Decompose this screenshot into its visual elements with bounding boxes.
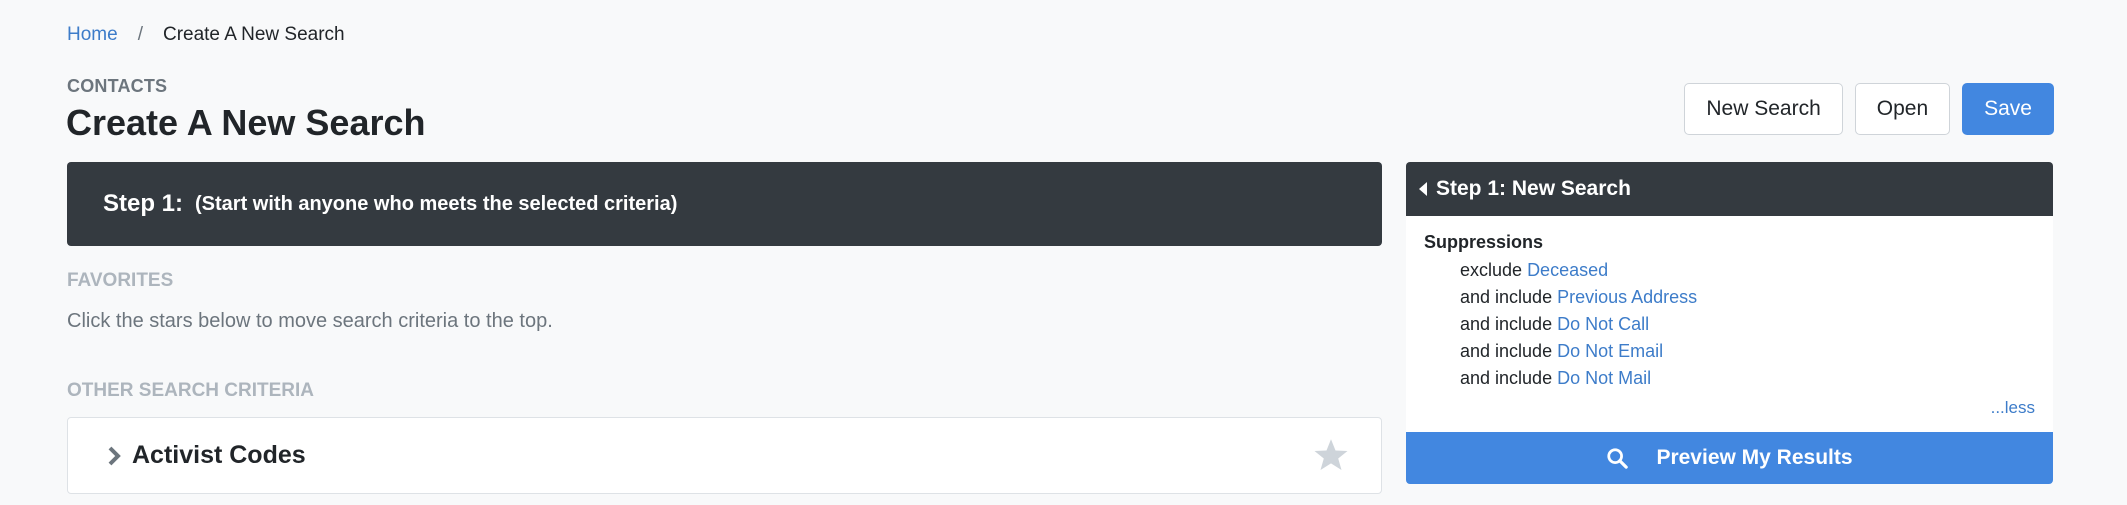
less-link[interactable]: ...less: [1991, 398, 2035, 418]
favorites-label: FAVORITES: [67, 270, 174, 291]
star-icon[interactable]: [1313, 437, 1349, 473]
panel-body: Suppressions exclude Deceased and includ…: [1406, 216, 2053, 432]
search-summary-panel: Step 1: New Search Suppressions exclude …: [1406, 162, 2053, 484]
rule-value-link[interactable]: Deceased: [1527, 260, 1608, 280]
rule-value-link[interactable]: Do Not Email: [1557, 341, 1663, 361]
step-description: (Start with anyone who meets the selecte…: [195, 192, 678, 215]
breadcrumb-separator: /: [137, 24, 143, 45]
criteria-item-activist-codes[interactable]: Activist Codes: [67, 417, 1382, 494]
rule-verb: and include: [1460, 368, 1553, 388]
suppression-rule: and include Do Not Mail: [1424, 365, 2035, 392]
rule-value-link[interactable]: Do Not Call: [1557, 314, 1649, 334]
caret-left-icon: [1419, 182, 1427, 196]
preview-button-label: Preview My Results: [1656, 446, 1853, 469]
header-actions: New Search Open Save: [1684, 83, 2054, 135]
new-search-button[interactable]: New Search: [1684, 83, 1843, 135]
other-criteria-label: OTHER SEARCH CRITERIA: [67, 380, 315, 401]
suppressions-title: Suppressions: [1424, 232, 1544, 252]
breadcrumb-current: Create A New Search: [162, 24, 345, 45]
favorites-help-text: Click the stars below to move search cri…: [67, 310, 553, 332]
suppression-rule: and include Previous Address: [1424, 284, 2035, 311]
criteria-item-title: Activist Codes: [132, 441, 306, 469]
panel-header-title: Step 1: New Search: [1436, 177, 1631, 200]
page-title: Create A New Search: [66, 102, 426, 143]
step-banner: Step 1: (Start with anyone who meets the…: [67, 162, 1382, 246]
rule-verb: exclude: [1460, 260, 1523, 280]
breadcrumb-home-link[interactable]: Home: [67, 24, 118, 46]
rule-value-link[interactable]: Previous Address: [1557, 287, 1697, 307]
breadcrumb: Home / Create A New Search: [67, 24, 345, 46]
chevron-right-icon: [108, 446, 121, 465]
save-button[interactable]: Save: [1962, 83, 2054, 135]
section-label: CONTACTS: [67, 76, 168, 96]
rule-verb: and include: [1460, 287, 1553, 307]
panel-header[interactable]: Step 1: New Search: [1406, 162, 2053, 216]
rule-verb: and include: [1460, 341, 1553, 361]
preview-results-button[interactable]: Preview My Results: [1406, 432, 2053, 484]
suppression-rule: exclude Deceased: [1424, 257, 2035, 284]
suppression-rule: and include Do Not Call: [1424, 311, 2035, 338]
rule-verb: and include: [1460, 314, 1553, 334]
step-title: Step 1:: [103, 190, 184, 217]
suppression-rule: and include Do Not Email: [1424, 338, 2035, 365]
open-button[interactable]: Open: [1854, 83, 1951, 135]
rule-value-link[interactable]: Do Not Mail: [1557, 368, 1651, 388]
search-icon: [1607, 448, 1629, 469]
